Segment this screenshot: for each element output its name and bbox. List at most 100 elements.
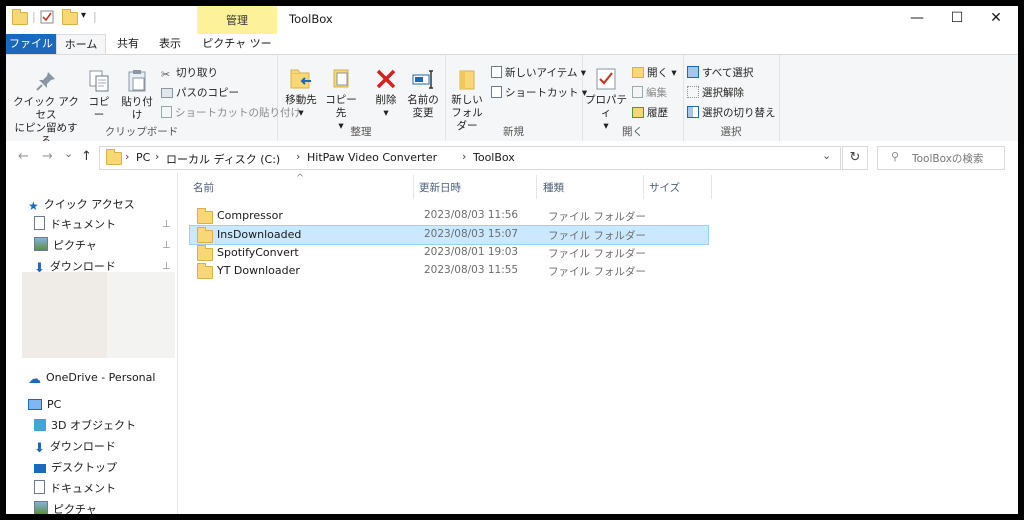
- separator: |: [32, 10, 36, 23]
- table-row-selected[interactable]: InsDownloaded 2023/08/03 15:07 ファイル フォルダ…: [189, 225, 709, 245]
- column-header-size[interactable]: サイズ: [649, 180, 680, 195]
- easy-access-icon: [491, 86, 502, 98]
- search-input[interactable]: ToolBoxの検索: [912, 151, 983, 166]
- rename-button[interactable]: 名前の 変更: [405, 67, 441, 120]
- address-row: ← → ⌄ ↑ › PC › ローカル ディスク (C:) › HitPaw V…: [6, 141, 1018, 173]
- maximize-button[interactable]: ☐: [942, 10, 972, 30]
- nav-pc[interactable]: PC: [28, 395, 61, 415]
- tab-home[interactable]: ホーム: [56, 34, 106, 55]
- new-folder-quick-icon[interactable]: [62, 9, 78, 28]
- file-type: ファイル フォルダー: [548, 266, 646, 278]
- title-bar: | ▾ | 管理 ToolBox — ☐ ✕: [6, 6, 1018, 34]
- tab-share[interactable]: 共有: [110, 34, 146, 54]
- properties-quick-icon[interactable]: [40, 10, 54, 27]
- context-tab-manage: 管理: [197, 6, 277, 34]
- delete-button[interactable]: 削除 ▾: [369, 67, 403, 120]
- history-button[interactable]: 履歴: [632, 105, 668, 120]
- nav-3d-objects[interactable]: 3D オブジェクト: [34, 416, 136, 436]
- separator: |: [93, 10, 97, 23]
- close-button[interactable]: ✕: [981, 10, 1011, 30]
- table-row[interactable]: SpotifyConvert 2023/08/01 19:03 ファイル フォル…: [190, 244, 708, 262]
- nav-onedrive[interactable]: ☁ OneDrive - Personal: [28, 368, 155, 388]
- scissors-icon: ✂: [161, 68, 171, 81]
- refresh-button[interactable]: ↻: [842, 146, 868, 170]
- invert-selection-icon: [687, 106, 699, 118]
- tab-picture-tools[interactable]: ピクチャ ツール: [197, 34, 277, 70]
- nav-pictures[interactable]: ピクチャ ⊥: [34, 236, 177, 256]
- edit-icon: [632, 86, 643, 98]
- ribbon-tabs: ファイル ホーム 共有 表示 ピクチャ ツール ⌃ ?: [6, 34, 1018, 80]
- thumbnail-placeholder: [22, 272, 175, 358]
- easy-access-button[interactable]: ショートカット ▾: [491, 85, 587, 100]
- folder-icon: [12, 9, 28, 28]
- path-icon: [161, 88, 173, 98]
- pictures-icon: [34, 501, 48, 514]
- breadcrumb-toolbox[interactable]: ToolBox: [473, 151, 515, 164]
- invert-selection-button[interactable]: 選択の切り替え: [687, 105, 776, 120]
- nav-pc-documents[interactable]: ドキュメント: [34, 479, 116, 499]
- file-type: ファイル フォルダー: [548, 248, 646, 260]
- breadcrumb-separator: ›: [462, 150, 467, 163]
- file-name: YT Downloader: [217, 264, 300, 277]
- rename-icon: [412, 70, 433, 89]
- address-bar[interactable]: › PC › ローカル ディスク (C:) › HitPaw Video Con…: [99, 146, 841, 170]
- column-divider[interactable]: [413, 175, 414, 199]
- back-button[interactable]: ←: [18, 149, 29, 164]
- pin-icon[interactable]: ⊥: [162, 236, 171, 256]
- breadcrumb-hitpaw[interactable]: HitPaw Video Converter: [307, 151, 437, 164]
- nav-desktop[interactable]: デスクトップ: [34, 458, 117, 478]
- move-to-icon: [290, 69, 311, 89]
- new-folder-icon: [459, 70, 475, 90]
- table-row[interactable]: Compressor 2023/08/03 11:56 ファイル フォルダー: [190, 207, 708, 225]
- group-open: プロパティ ▾ 開く ▾ 編集 履歴 開く: [582, 55, 684, 141]
- new-item-button[interactable]: 新しいアイテム ▾: [491, 65, 586, 80]
- tab-view[interactable]: 表示: [152, 34, 188, 54]
- address-dropdown-button[interactable]: ⌄: [822, 149, 831, 162]
- download-arrow-icon: ⬇: [34, 441, 45, 456]
- group-label: 開く: [622, 126, 643, 138]
- open-button[interactable]: 開く ▾: [632, 65, 677, 80]
- open-folder-icon: [632, 67, 644, 78]
- breadcrumb-pc[interactable]: PC: [136, 151, 150, 164]
- breadcrumb-local-disk[interactable]: ローカル ディスク (C:): [166, 151, 280, 167]
- column-header-type[interactable]: 種類: [543, 180, 564, 195]
- column-header-name[interactable]: 名前: [193, 180, 214, 195]
- thumbnail-block: [22, 272, 107, 358]
- group-label: 新規: [503, 126, 524, 138]
- group-select: すべて選択 選択解除 選択の切り替え 選択: [683, 55, 780, 141]
- nav-documents[interactable]: ドキュメント ⊥: [34, 215, 177, 235]
- file-name: SpotifyConvert: [217, 246, 299, 259]
- copy-button[interactable]: コピー: [84, 69, 114, 122]
- group-new: 新しい フォルダー 新しいアイテム ▾ ショートカット ▾ 新規: [445, 55, 587, 141]
- forward-button[interactable]: →: [42, 149, 53, 164]
- column-divider[interactable]: [711, 175, 712, 199]
- cut-button[interactable]: ✂ 切り取り: [161, 65, 218, 81]
- select-none-button[interactable]: 選択解除: [687, 85, 744, 100]
- move-to-button[interactable]: 移動先 ▾: [283, 67, 319, 120]
- up-button[interactable]: ↑: [81, 149, 92, 164]
- search-box[interactable]: ⚲ ToolBoxの検索: [877, 146, 1005, 170]
- copy-path-button[interactable]: パスのコピー: [161, 85, 239, 100]
- paste-button[interactable]: 貼り付け: [117, 69, 157, 122]
- edit-button[interactable]: 編集: [632, 85, 667, 100]
- minimize-button[interactable]: —: [902, 10, 932, 30]
- new-item-icon: [491, 66, 502, 78]
- explorer-window: | ▾ | 管理 ToolBox — ☐ ✕ ファイル ホーム 共有 表示 ピク…: [6, 6, 1018, 514]
- shortcut-icon: [161, 106, 172, 118]
- nav-quick-access[interactable]: ★ クイック アクセス: [28, 195, 135, 215]
- column-header-date[interactable]: 更新日時: [419, 180, 461, 195]
- customize-quick-access-icon[interactable]: ▾: [81, 10, 86, 21]
- star-icon: ★: [28, 199, 39, 213]
- thumbnail-block: [107, 272, 175, 358]
- tab-file[interactable]: ファイル: [6, 34, 56, 54]
- column-divider[interactable]: [643, 175, 644, 199]
- table-row[interactable]: YT Downloader 2023/08/03 11:55 ファイル フォルダ…: [190, 262, 708, 280]
- delete-x-icon: [376, 69, 396, 89]
- column-divider[interactable]: [536, 175, 537, 199]
- select-all-button[interactable]: すべて選択: [687, 65, 753, 80]
- nav-pc-downloads[interactable]: ⬇ ダウンロード: [34, 437, 116, 457]
- pin-icon[interactable]: ⊥: [162, 215, 171, 235]
- pin-icon: [36, 72, 55, 91]
- recent-locations-button[interactable]: ⌄: [64, 147, 73, 160]
- nav-pc-pictures[interactable]: ピクチャ: [34, 500, 97, 514]
